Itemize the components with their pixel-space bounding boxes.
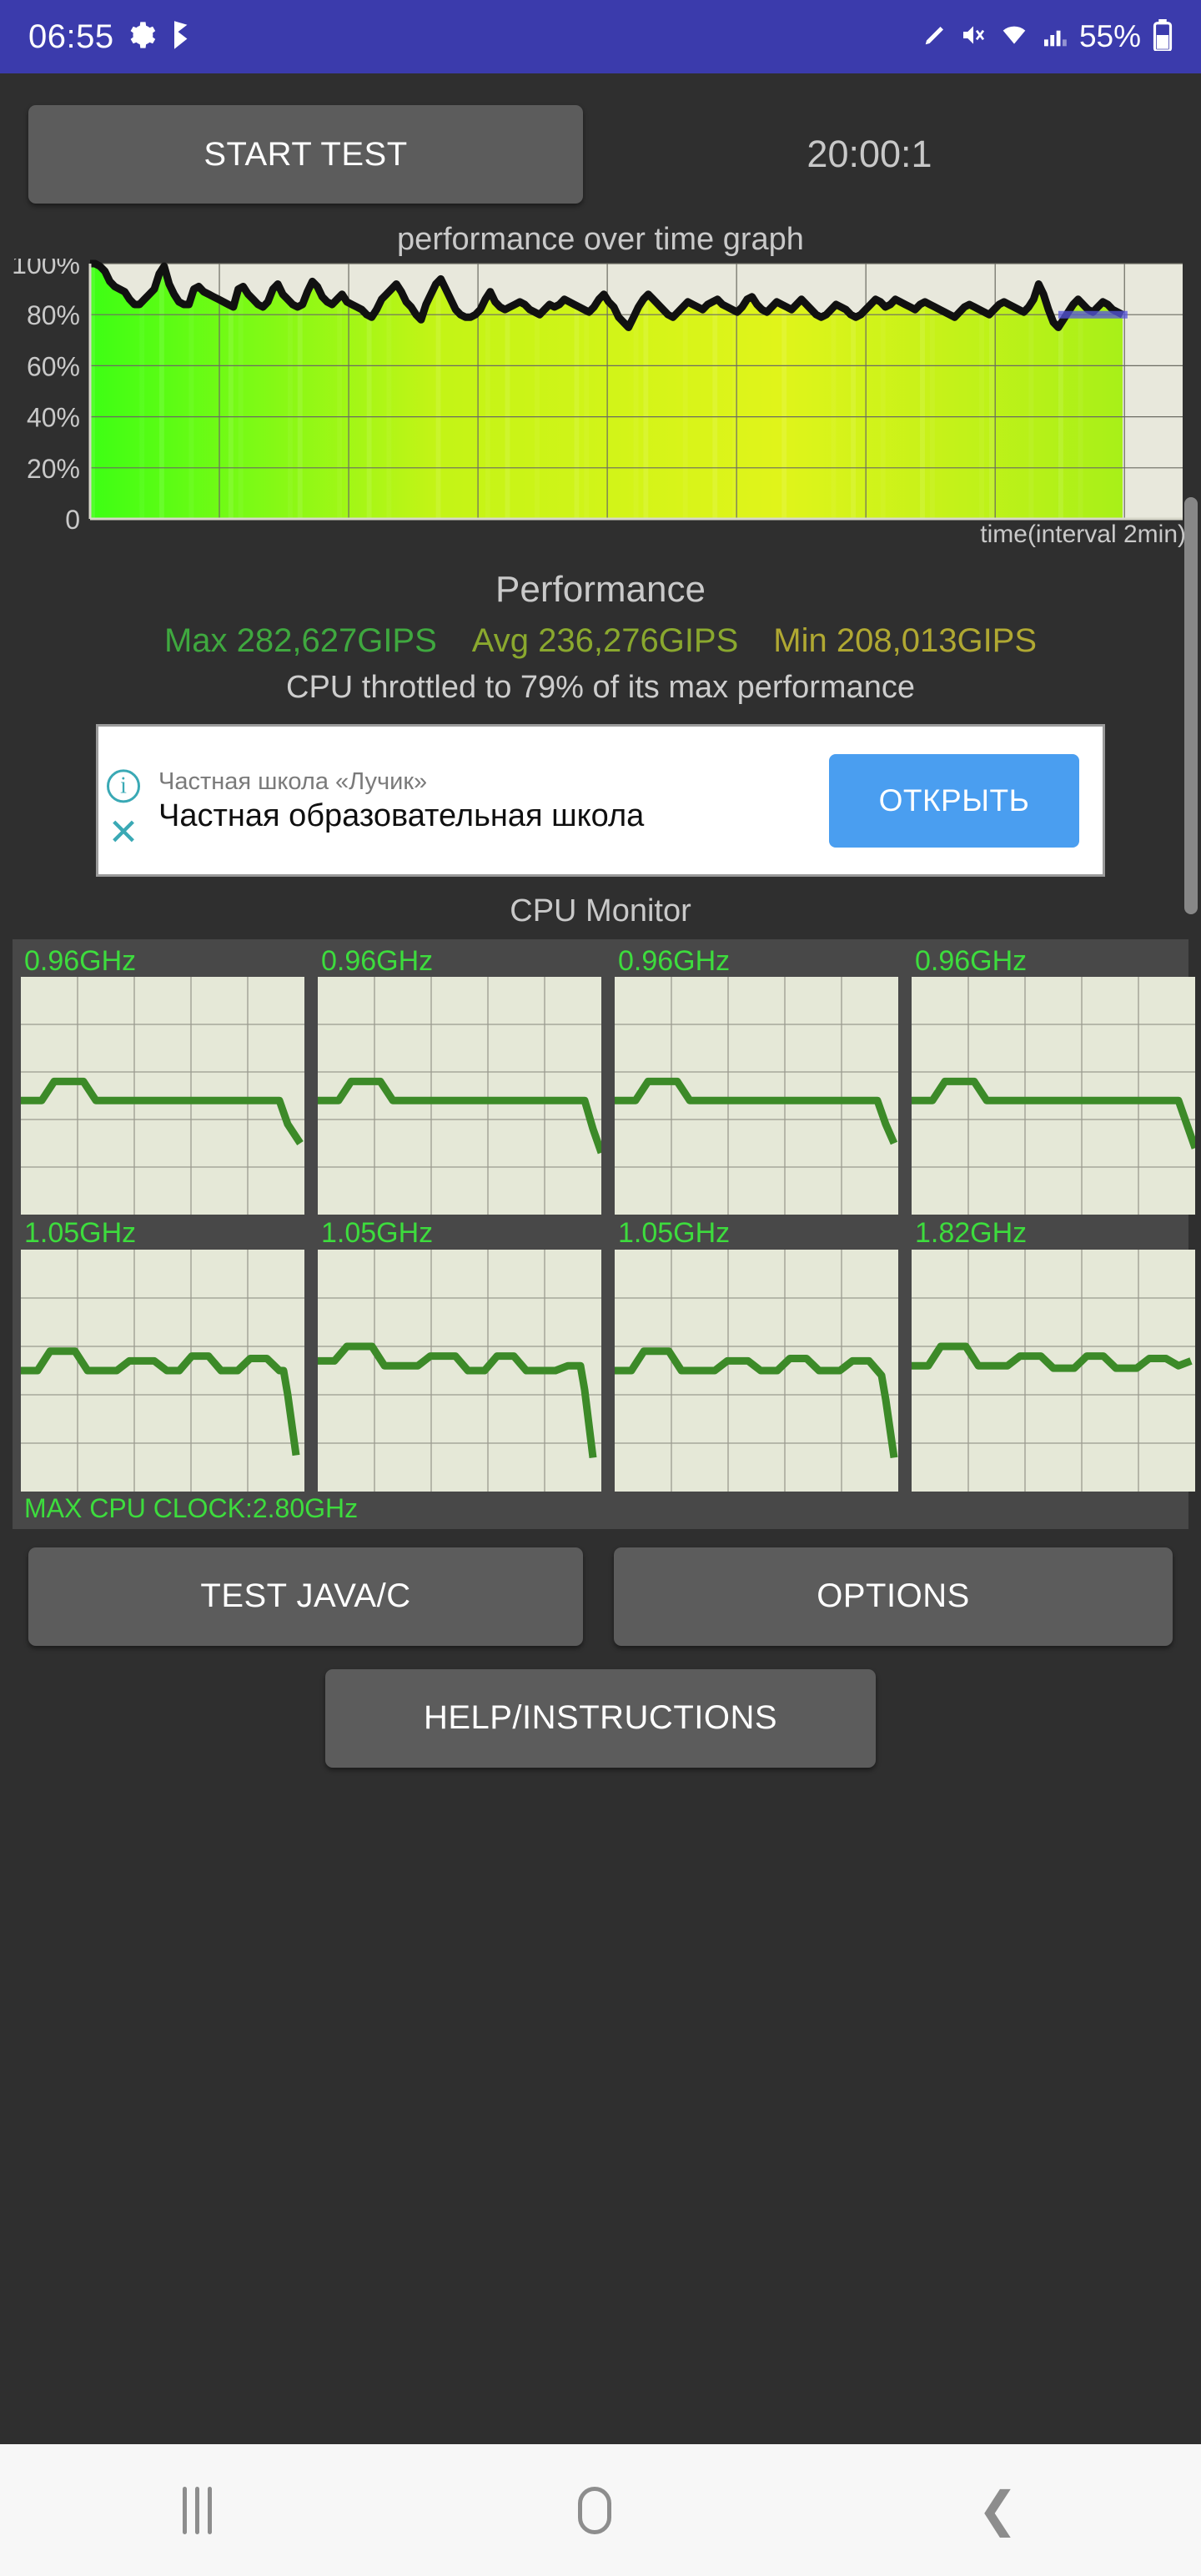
cpu-core-frequency: 1.05GHz bbox=[321, 1217, 434, 1250]
close-icon[interactable]: ✕ bbox=[108, 813, 139, 850]
cpu-core-frequency: 1.05GHz bbox=[618, 1217, 731, 1250]
bottom-button-row-1: TEST JAVA/C OPTIONS bbox=[0, 1547, 1201, 1646]
svg-text:80%: 80% bbox=[27, 300, 80, 330]
cpu-core-6: 1.05GHz bbox=[318, 1217, 601, 1492]
cpu-core-1: 0.96GHz bbox=[21, 945, 304, 1215]
cpu-core-graph bbox=[318, 1249, 601, 1492]
cpu-core-3: 0.96GHz bbox=[615, 945, 898, 1215]
cpu-core-frequency: 1.05GHz bbox=[24, 1217, 137, 1250]
start-test-button[interactable]: START TEST bbox=[28, 105, 583, 204]
cpu-core-graph bbox=[912, 1249, 1195, 1492]
performance-avg: Avg 236,276GIPS bbox=[471, 622, 739, 659]
cpu-core-frequency: 1.82GHz bbox=[915, 1217, 1028, 1250]
bottom-button-row-2: HELP/INSTRUCTIONS bbox=[0, 1668, 1201, 1768]
test-timer: 20:00:1 bbox=[807, 133, 932, 175]
status-bar-left: 06:55 bbox=[28, 18, 194, 56]
battery-percent-label: 55% bbox=[1078, 19, 1141, 53]
bluetooth-share-icon bbox=[169, 20, 194, 53]
ad-headline: Частная образовательная школа bbox=[158, 797, 645, 833]
cpu-row-top: 0.96GHz 0.96GHz 0.96GHz 0.96GHz bbox=[21, 945, 1195, 1215]
cpu-core-2: 0.96GHz bbox=[318, 945, 601, 1215]
performance-stats-row: Max 282,627GIPS Avg 236,276GIPS Min 208,… bbox=[0, 622, 1201, 660]
cpu-core-8: 1.82GHz bbox=[912, 1217, 1195, 1492]
cpu-core-graph bbox=[615, 977, 898, 1215]
performance-chart: performance over time graph 0 20% 40% 60% 80… bbox=[0, 222, 1201, 556]
cpu-core-graph bbox=[318, 977, 601, 1215]
cpu-core-4: 0.96GHz bbox=[912, 945, 1195, 1215]
ad-cta-button[interactable]: ОТКРЫТЬ bbox=[829, 753, 1079, 848]
ad-icon-column: i ✕ bbox=[107, 768, 140, 850]
cellular-signal-icon bbox=[1041, 22, 1068, 52]
cpu-core-frequency: 0.96GHz bbox=[24, 945, 137, 977]
gear-icon bbox=[128, 21, 156, 53]
pen-edit-icon bbox=[922, 22, 947, 52]
system-nav-bar: ❮ bbox=[0, 2444, 1201, 2576]
test-java-c-button[interactable]: TEST JAVA/C bbox=[28, 1547, 583, 1646]
svg-text:60%: 60% bbox=[27, 351, 80, 381]
top-control-row: START TEST 20:00:1 bbox=[0, 73, 1201, 204]
cpu-core-graph bbox=[615, 1249, 898, 1492]
app-root: START TEST 20:00:1 performance over time… bbox=[0, 73, 1201, 2503]
cpu-monitor-heading: CPU Monitor bbox=[510, 893, 691, 928]
svg-text:100%: 100% bbox=[12, 259, 80, 279]
cpu-core-graph bbox=[21, 1249, 304, 1492]
help-instructions-button[interactable]: HELP/INSTRUCTIONS bbox=[325, 1668, 876, 1768]
info-icon[interactable]: i bbox=[107, 768, 140, 802]
chart-canvas: 0 20% 40% 60% 80% 100% bbox=[12, 259, 1183, 535]
options-button[interactable]: OPTIONS bbox=[614, 1547, 1173, 1646]
cpu-max-clock-label: MAX CPU CLOCK:2.80GHz bbox=[24, 1492, 359, 1523]
chart-title: performance over time graph bbox=[397, 222, 804, 257]
performance-max: Max 282,627GIPS bbox=[163, 622, 437, 659]
ad-text-block: Частная школа «Лучик» Частная образовате… bbox=[158, 768, 644, 833]
recents-icon[interactable] bbox=[183, 2486, 213, 2534]
throttle-note: CPU throttled to 79% of its max performa… bbox=[286, 670, 915, 705]
ad-advertiser: Частная школа «Лучик» bbox=[158, 767, 428, 795]
svg-text:0: 0 bbox=[65, 505, 80, 535]
back-icon[interactable]: ❮ bbox=[977, 2486, 1018, 2534]
status-bar-right: 55% bbox=[922, 19, 1173, 54]
cpu-row-bottom: 1.05GHz 1.05GHz 1.05GHz 1.82GHz bbox=[21, 1217, 1195, 1492]
cpu-core-frequency: 0.96GHz bbox=[618, 945, 731, 977]
svg-text:40%: 40% bbox=[27, 403, 80, 433]
cpu-core-graph bbox=[21, 977, 304, 1215]
ad-banner[interactable]: i ✕ Частная школа «Лучик» Частная образо… bbox=[96, 724, 1105, 877]
performance-heading: Performance bbox=[495, 569, 706, 610]
chart-xaxis-label: time(interval 2min) bbox=[980, 521, 1186, 548]
cpu-core-frequency: 0.96GHz bbox=[915, 945, 1028, 977]
cpu-monitor-panel: 0.96GHz 0.96GHz 0.96GHz 0.96GHz 1.05GHz 1.05… bbox=[13, 939, 1195, 1529]
status-bar: 06:55 55% bbox=[0, 0, 1201, 73]
cpu-core-frequency: 0.96GHz bbox=[321, 945, 434, 977]
performance-min: Min 208,013GIPS bbox=[773, 622, 1038, 659]
wifi-icon bbox=[999, 22, 1029, 52]
status-bar-clock: 06:55 bbox=[28, 18, 114, 55]
home-icon[interactable] bbox=[578, 2486, 612, 2534]
vertical-scrollbar[interactable] bbox=[1184, 497, 1198, 914]
cpu-core-7: 1.05GHz bbox=[615, 1217, 898, 1492]
svg-text:20%: 20% bbox=[27, 454, 80, 484]
cpu-core-5: 1.05GHz bbox=[21, 1217, 304, 1492]
cpu-core-graph bbox=[912, 977, 1195, 1215]
battery-icon bbox=[1153, 19, 1173, 54]
mute-icon bbox=[959, 22, 987, 52]
